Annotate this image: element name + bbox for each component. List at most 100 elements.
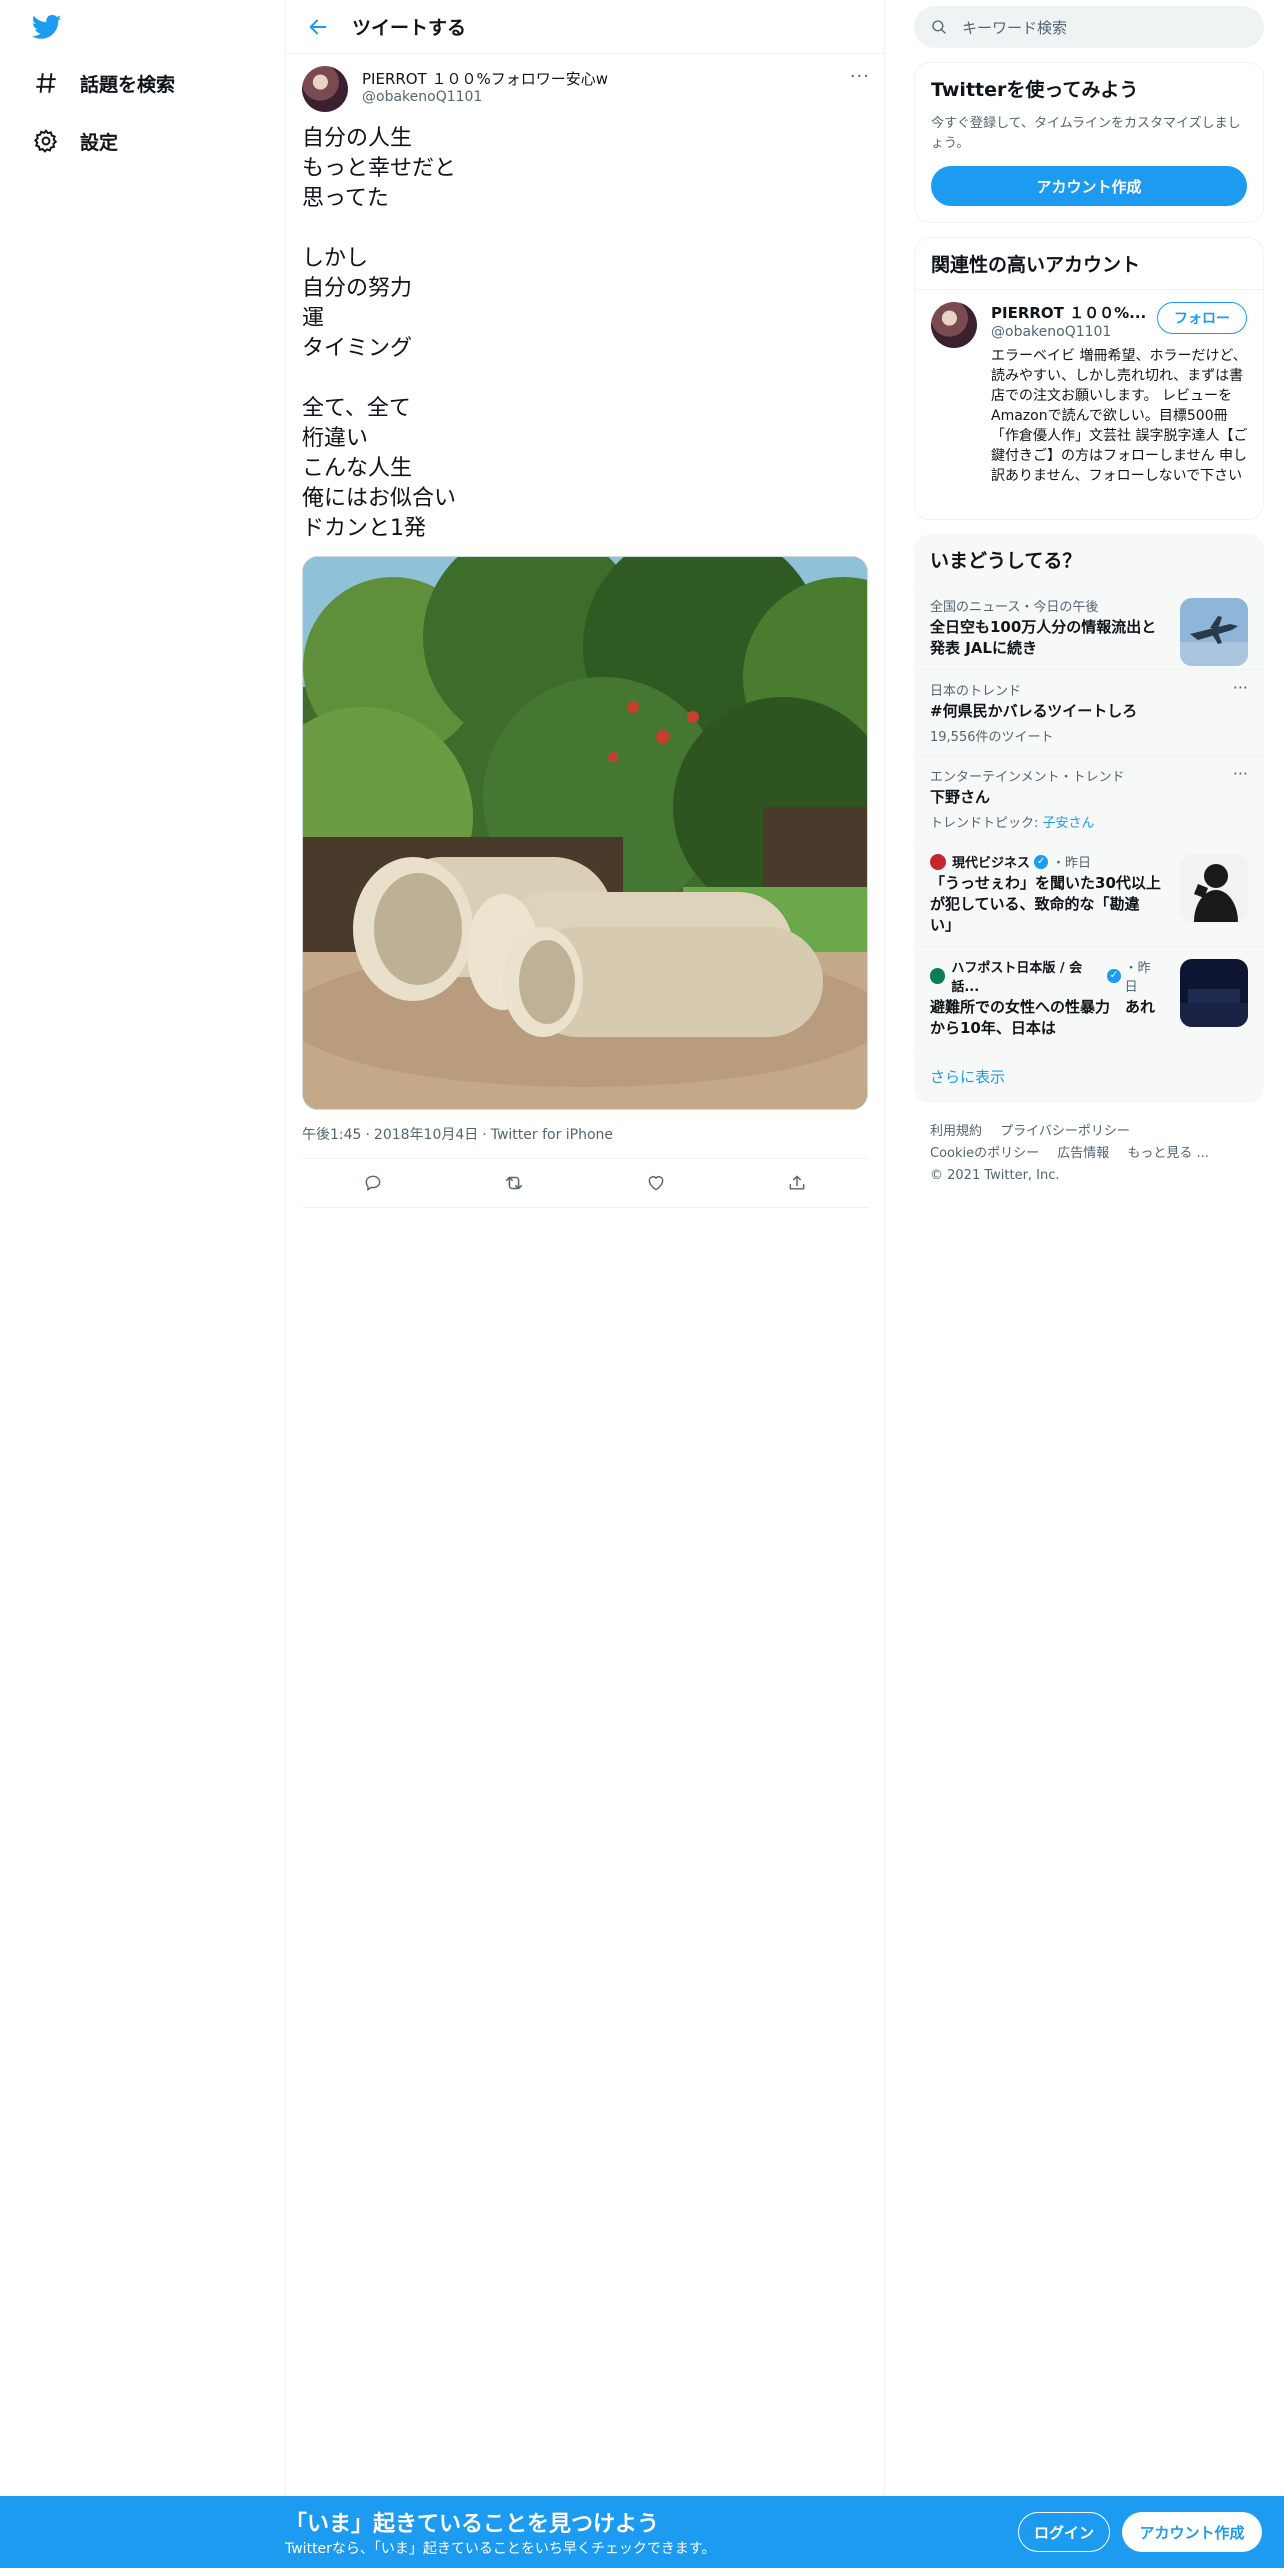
reply-button[interactable] [353,1163,393,1203]
source-logo-icon [930,853,946,870]
tweet-line: しかし [302,246,369,271]
tweet-client: Twitter for iPhone [490,1127,614,1143]
avatar[interactable] [931,302,977,348]
signup-button[interactable]: アカウント作成 [1122,2512,1262,2552]
share-button[interactable] [777,1163,817,1203]
main-column: ツイートする PIERROT １００%フォロワー安心w @obakenoQ110… [285,0,885,2500]
more-icon[interactable]: ··· [850,66,870,87]
signup-card-desc: 今すぐ登録して、タイムラインをカスタマイズしましょう。 [931,116,1241,151]
news-title: 「うっせぇわ」を聞いた30代以上が犯している、致命的な「勘違い」 [930,874,1161,934]
sidebar-item-label: 設定 [80,131,119,154]
follow-button[interactable]: フォロー [1157,302,1247,334]
related-account[interactable]: PIERROT １００%... @obakenoQ1101 フォロー エラーベイ… [915,289,1263,519]
footer-link-terms[interactable]: 利用規約 [930,1124,982,1139]
signup-banner: 「いま」起きていることを見つけよう Twitterなら、「いま」起きていることを… [0,2496,1284,2568]
signup-card-title: Twitterを使ってみよう [931,79,1139,101]
sidebar-item-explore[interactable]: 話題を検索 [32,61,175,105]
footer-link-ads[interactable]: 広告情報 [1057,1146,1109,1161]
author-name[interactable]: PIERROT １００%フォロワー安心w [362,68,608,89]
tweet-line: もっと幸せだと [302,156,457,181]
right-sidebar: キーワード検索 Twitterを使ってみよう 今すぐ登録して、タイムラインをカス… [914,0,1264,1187]
verified-icon: ✓ [1034,854,1049,869]
related-bio: エラーベイビ 増冊希望、ホラーだけど、読みやすい、しかし売れ切れ、まずは書店での… [991,348,1248,484]
sidebar-item-settings[interactable]: 設定 [32,119,118,163]
tweet-line: 思ってた [302,186,389,211]
tweet-line: 運 [302,306,325,331]
tweet-date[interactable]: 2018年10月4日 [374,1127,478,1143]
related-name[interactable]: PIERROT １００%... [991,302,1146,323]
like-button[interactable] [636,1163,676,1203]
search-placeholder: キーワード検索 [962,18,1068,37]
trend-title: #何県民かバレるツイートしろ [930,702,1138,720]
related-accounts-card: 関連性の高いアカウント PIERROT １００%... @obakenoQ110… [914,237,1264,520]
show-more-link[interactable]: さらに表示 [914,1049,1264,1103]
page-header: ツイートする [286,0,884,54]
retweet-icon [506,1176,523,1190]
footer-link-cookies[interactable]: Cookieのポリシー [930,1146,1039,1161]
author-handle[interactable]: @obakenoQ1101 [362,89,482,105]
tweet-line: 全て、全て [302,396,411,421]
trend-topic-prefix: トレンドトピック: [930,816,1043,831]
tweet-line: 桁違い [302,426,369,451]
tweet-line: ドカンと1発 [302,516,426,541]
back-button[interactable] [290,0,346,54]
news-item[interactable]: ハフポスト日本版 / 会話... ✓ ・昨日 避難所での女性への性暴力 あれから… [914,946,1264,1049]
trend-title: 全日空も100万人分の情報流出と発表 JALに続き [930,618,1157,657]
signup-card: Twitterを使ってみよう 今すぐ登録して、タイムラインをカスタマイズしましょ… [914,62,1264,223]
news-thumbnail [1180,854,1248,922]
tweet-meta: 午後1:45 · 2018年10月4日 · Twitter for iPhone [286,1124,884,1146]
trend-context: エンターテインメント・トレンド [930,770,1125,785]
tweet-author: PIERROT １００%フォロワー安心w @obakenoQ1101 ··· [286,54,884,118]
footer-link-more[interactable]: もっと見る ... [1127,1146,1209,1161]
source-name: 現代ビジネス [952,856,1031,871]
sidebar-item-label: 話題を検索 [80,73,176,96]
source-name: ハフポスト日本版 / 会話... [951,961,1083,995]
retweet-button[interactable] [494,1163,534,1203]
trends-title: いまどうしてる？ [930,550,1082,572]
meta-separator: · [365,1127,370,1143]
trend-topic: トレンドトピック: 子安さん [930,812,1248,831]
login-button[interactable]: ログイン [1018,2512,1110,2552]
tweet-actions [302,1158,868,1208]
tweet-photo[interactable] [302,556,868,1110]
trend-context: 日本のトレンド [930,684,1022,699]
related-card-title: 関連性の高いアカウント [931,254,1141,276]
search-input[interactable]: キーワード検索 [914,6,1264,48]
trend-count: 19,556件のツイート [930,730,1054,745]
more-icon[interactable]: ··· [1233,764,1248,783]
news-source: ハフポスト日本版 / 会話... ✓ ・昨日 [930,957,1162,995]
gear-icon [32,127,60,155]
avatar[interactable] [302,66,348,112]
trends-card: いまどうしてる？ 全国のニュース・今日の午後 全日空も100万人分の情報流出と発… [914,534,1264,1103]
trend-topic-link[interactable]: 子安さん [1043,816,1095,831]
trend-title: 下野さん [930,788,991,806]
reply-icon [365,1175,381,1192]
source-time: ・昨日 [1124,961,1151,995]
more-icon[interactable]: ··· [1233,678,1248,697]
trend-item[interactable]: 日本のトレンド #何県民かバレるツイートしろ 19,556件のツイート ··· [914,669,1264,755]
tweet-line: 自分の努力 [302,276,413,301]
trend-item[interactable]: エンターテインメント・トレンド 下野さん トレンドトピック: 子安さん ··· [914,755,1264,841]
news-item[interactable]: 現代ビジネス ✓ ・昨日 「うっせぇわ」を聞いた30代以上が犯している、致命的な… [914,841,1264,946]
heart-icon [648,1176,664,1191]
related-handle[interactable]: @obakenoQ1101 [991,324,1111,340]
banner-subtitle: Twitterなら、「いま」起きていることをいち早くチェックできます。 [285,2541,716,2557]
trend-context: 全国のニュース・今日の午後 [930,600,1099,615]
footer: 利用規約 プライバシーポリシー Cookieのポリシー 広告情報 もっと見る .… [914,1121,1264,1187]
trend-thumbnail [1180,598,1248,666]
twitter-bird-icon[interactable] [30,12,64,42]
news-thumbnail [1180,959,1248,1027]
source-logo-icon [930,968,946,984]
tweet-line: 自分の人生 [302,126,413,151]
create-account-button[interactable]: アカウント作成 [931,166,1247,206]
tweet-line: こんな人生 [302,456,413,481]
verified-icon: ✓ [1107,969,1121,983]
trend-item[interactable]: 全国のニュース・今日の午後 全日空も100万人分の情報流出と発表 JALに続き [914,585,1264,669]
banner-title: 「いま」起きていることを見つけよう [285,2512,660,2537]
arrow-left-icon [309,19,327,34]
footer-link-privacy[interactable]: プライバシーポリシー [1000,1124,1130,1139]
left-sidebar: 話題を検索 設定 [0,0,285,2568]
tweet-line: タイミング [302,336,413,361]
tweet-time[interactable]: 午後1:45 [302,1127,361,1143]
news-title: 避難所での女性への性暴力 あれから10年、日本は [930,998,1156,1037]
